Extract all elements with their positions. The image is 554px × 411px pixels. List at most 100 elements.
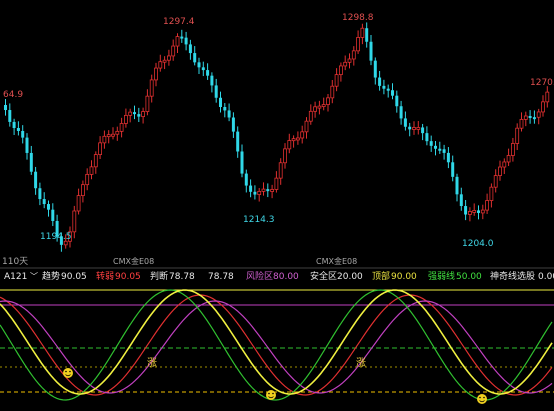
magic-value: 0.00 [538, 272, 554, 282]
candle-body [330, 85, 335, 99]
candle-body [510, 143, 515, 156]
candle-body [98, 142, 102, 155]
candle-body [188, 44, 192, 54]
candle-body [378, 77, 382, 86]
candle-body [137, 114, 141, 117]
candle-body [119, 123, 124, 132]
candle-body [253, 191, 257, 195]
price-label-low-1: 1194.5 [40, 232, 72, 242]
candle-body [223, 106, 227, 111]
top-label: 顶部 [372, 272, 391, 282]
candle-body [528, 115, 532, 118]
candle-body [515, 127, 520, 144]
candle-body [412, 127, 416, 130]
candle-body [124, 114, 128, 124]
candle-body [356, 37, 361, 52]
chevron-down-icon[interactable]: ﹀ [30, 270, 38, 284]
candle-body [532, 117, 536, 120]
candle-body [244, 173, 248, 186]
signal-text-2: 涨 [356, 358, 366, 369]
candle-body [249, 185, 253, 192]
candle-body [76, 195, 81, 212]
candle-body [351, 50, 356, 60]
candle-body [446, 152, 450, 163]
candle-body [451, 162, 455, 177]
candle-body [47, 204, 50, 210]
safe-value: 20.00 [337, 272, 363, 282]
candle-body [545, 91, 550, 103]
candle-body [541, 101, 545, 113]
candle-body [29, 152, 33, 172]
candle-body [489, 186, 494, 201]
risk-value: 80.00 [273, 272, 299, 282]
candle-body [391, 90, 394, 96]
candle-body [201, 67, 205, 71]
candle-body [51, 209, 55, 222]
candle-body [270, 189, 275, 192]
candle-body [365, 28, 369, 42]
candle-body [519, 118, 524, 129]
candle-body [455, 176, 459, 195]
candle-body [313, 106, 318, 112]
candle-body [317, 105, 322, 109]
magic-label: 神奇线选股 [490, 272, 536, 282]
indicator-name[interactable]: A121 [4, 270, 27, 284]
candle-body [210, 75, 214, 86]
candle-body [369, 41, 373, 61]
candle-body [133, 112, 136, 115]
candle-body [434, 145, 437, 149]
candle-body [287, 140, 292, 150]
contract-mark-2: CMX金E08 [316, 257, 358, 266]
candle-body [300, 131, 305, 139]
candle-body [115, 130, 120, 135]
candle-body [240, 151, 244, 174]
candle-body [89, 166, 94, 175]
green-curve [0, 289, 553, 401]
indicator-pane [0, 289, 554, 404]
candle-body [523, 115, 528, 120]
candle-body [408, 126, 412, 130]
trend-label: 趋势 [42, 272, 61, 282]
candle-body [283, 148, 287, 164]
purple-curve [0, 300, 553, 394]
candle-body [184, 37, 188, 45]
strength-value: 50.00 [456, 272, 482, 282]
candle-body [382, 85, 386, 89]
top-value: 90.00 [391, 272, 417, 282]
candle-body [257, 190, 262, 195]
candle-body [16, 128, 20, 131]
price-label-left: 64.9 [3, 90, 24, 100]
candle-body [214, 85, 218, 98]
candle-body [102, 135, 107, 144]
chart-canvas[interactable] [0, 0, 554, 411]
trend-value: 90.05 [61, 272, 87, 282]
candle-body [308, 110, 313, 122]
candle-body [162, 59, 167, 63]
candle-body [498, 166, 502, 176]
judge-value-2: 78.78 [208, 272, 234, 282]
price-label-right: 1270. [530, 78, 554, 88]
candle-body [231, 117, 235, 132]
candle-body [111, 133, 115, 137]
candle-body [373, 60, 377, 78]
candle-body [175, 36, 180, 47]
price-label-low-3: 1204.0 [462, 239, 494, 249]
candle-body [480, 209, 485, 214]
candle-body [206, 70, 210, 76]
candle-body [193, 53, 197, 63]
candle-body [38, 188, 42, 200]
candle-body [442, 149, 446, 153]
candle-body [347, 58, 352, 63]
candle-body [4, 105, 7, 111]
candle-body [219, 97, 222, 107]
candle-body [85, 174, 90, 186]
candle-body [421, 127, 425, 134]
smiley-icon [63, 368, 73, 378]
candle-body [128, 111, 133, 116]
risk-label: 风险区 [246, 272, 274, 282]
candle-body [425, 133, 429, 142]
candle-body [278, 162, 283, 179]
candle-body [477, 210, 480, 213]
candle-body [464, 206, 468, 215]
candle-body [485, 200, 490, 211]
